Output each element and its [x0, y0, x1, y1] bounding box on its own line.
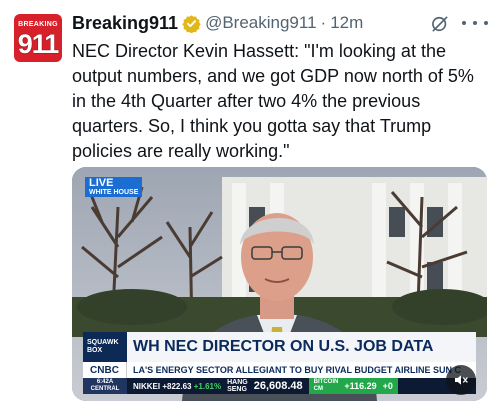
user-handle[interactable]: @Breaking911 — [205, 13, 316, 33]
headline-chyron: WH NEC DIRECTOR ON U.S. JOB DATA — [127, 332, 476, 362]
avatar[interactable]: BREAKING 911 — [14, 14, 62, 62]
hang-seng-value: 26,608.48 — [253, 380, 303, 392]
location-label: WHITE HOUSE — [89, 189, 139, 196]
tweet[interactable]: BREAKING 911 Breaking911 @Breaking911 · … — [0, 0, 500, 411]
bitcoin-percent: +0 — [382, 381, 393, 391]
bitcoin-quote: BITCOIN CM +116.29 +0 — [308, 378, 398, 394]
broadcast-clock: 6:42A CENTRAL — [83, 378, 127, 394]
grok-icon[interactable] — [430, 14, 450, 34]
network-logo: CNBC — [83, 362, 127, 378]
ticker-text: LA'S ENERGY SECTOR ALLEGIANT TO BUY RIVA… — [133, 365, 462, 375]
bitcoin-label-line2: CM — [313, 386, 323, 392]
more-dot — [473, 21, 477, 25]
nikkei-percent: +1.61% — [193, 381, 222, 391]
more-options-icon[interactable] — [462, 12, 488, 34]
nikkei-change: +822.63 — [162, 381, 192, 391]
separator-dot: · — [320, 13, 327, 32]
hang-label-line1: HANG — [227, 379, 248, 386]
video-player[interactable]: LIVE WHITE HOUSE SQUAWK BOX WH NEC DIREC… — [72, 167, 487, 401]
tweet-text: NEC Director Kevin Hassett: "I'm looking… — [72, 41, 474, 161]
speaker-glyph — [455, 375, 468, 385]
hang-seng-label: HANG SENG — [227, 379, 248, 393]
more-dot — [462, 21, 466, 25]
bitcoin-change: +116.29 — [344, 381, 377, 391]
clock-zone: CENTRAL — [90, 386, 120, 392]
nikkei-quote: NIKKEI +822.63 +1.61% — [133, 382, 221, 391]
display-name[interactable]: Breaking911 — [72, 13, 178, 34]
hang-label-line2: SENG — [227, 386, 247, 393]
muted-speaker-icon[interactable] — [446, 365, 476, 395]
live-label: LIVE — [89, 177, 114, 189]
clock-time: 6:42A — [96, 379, 114, 385]
gold-verified-badge-icon[interactable] — [182, 14, 201, 33]
news-ticker: CNBC LA'S ENERGY SECTOR ALLEGIANT TO BUY… — [83, 362, 476, 378]
tweet-header: Breaking911 @Breaking911 · 12m — [72, 11, 363, 35]
more-dot — [484, 21, 488, 25]
live-badge: LIVE WHITE HOUSE — [85, 177, 143, 197]
timestamp[interactable]: 12m — [330, 13, 363, 33]
nikkei-label: NIKKEI — [133, 381, 161, 391]
avatar-number: 911 — [17, 29, 60, 59]
market-ticker: 6:42A CENTRAL NIKKEI +822.63 +1.61% HANG… — [83, 378, 476, 394]
bitcoin-label-line1: BITCOIN — [313, 379, 339, 385]
avatar-top-text: BREAKING — [18, 21, 58, 28]
show-label: SQUAWK BOX — [83, 332, 127, 362]
bitcoin-label: BITCOIN CM — [314, 379, 339, 393]
